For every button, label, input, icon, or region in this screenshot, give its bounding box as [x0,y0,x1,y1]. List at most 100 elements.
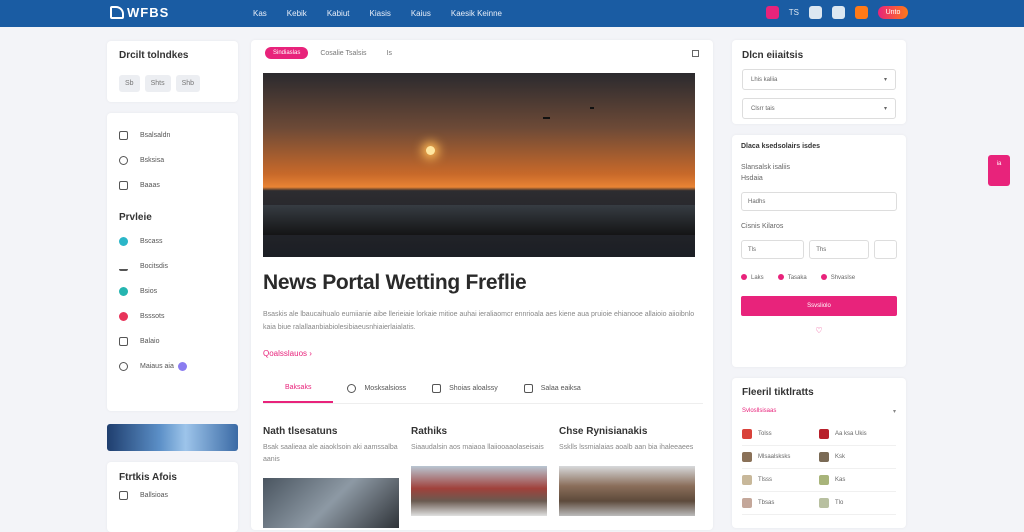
article-card[interactable]: Chse Rynisianakis Ssklls lssmialaias aoa… [559,426,695,528]
form-label: Cisnis Kilaros [741,223,784,230]
message-icon[interactable] [832,6,845,19]
chevron-down-icon: ▾ [883,106,887,112]
tag-icon [742,452,752,462]
form-input[interactable]: Ths [809,240,869,259]
alert-icon [119,312,128,321]
tag-icon [819,452,829,462]
article-card-title: Chse Rynisianakis [559,426,648,437]
video-icon [523,384,533,393]
sidebar-item[interactable]: Balaio [119,329,226,354]
form-title: Dlaca ksedsolairs isdes [741,143,820,150]
popular-item[interactable]: Kas [819,469,896,492]
popular-subheader: Svlosllsisaas ▾ [742,408,896,415]
tab-item[interactable]: Is [387,50,392,57]
popular-item[interactable]: Tbsas [742,492,819,515]
popular-item[interactable]: Tlo [819,492,896,515]
tools-card-title: Drcilt tolndkes [119,50,189,61]
help-icon [119,362,128,371]
form-input[interactable]: Tls [741,240,805,259]
popular-item[interactable]: Tlsss [742,469,819,492]
sidebar-item[interactable]: Ballsioas [119,483,226,508]
tab-trending[interactable]: Shoias aloalssy [432,380,498,403]
sidebar-section-title: Prvleie [119,212,152,223]
popular-item[interactable]: Mlsaalsksks [742,446,819,469]
popular-item[interactable]: Ksk [819,446,896,469]
form-input[interactable]: Hadhs [741,192,897,211]
article-card[interactable]: Nath tlsesatuns Bsak saalieaa ale aiaokl… [263,426,399,528]
read-more-link[interactable]: Qoalsslauos › [263,349,312,358]
popular-card-title: Fleeril tiktlratts [742,387,814,398]
popular-item[interactable]: Tolss [742,423,819,446]
notification-badge [177,362,187,371]
sidebar-item[interactable]: Bsksisa [119,148,226,173]
article-thumbnail [263,478,399,528]
user-icon[interactable] [855,6,868,19]
tab-videos[interactable]: Salaa eaiksa [523,380,581,403]
sidebar-item[interactable]: Bsssots [119,304,226,329]
sidebar-item[interactable]: Baaas [119,173,226,198]
notification-icon[interactable] [765,6,779,19]
nav-item[interactable]: Kabiut [327,9,350,18]
sunset-sun [426,146,435,155]
grid-icon [119,131,128,140]
promo-banner[interactable] [107,424,238,451]
header-cta-button[interactable]: Unto [878,6,908,19]
nav-item[interactable]: Kaesik Keinne [451,9,502,18]
nav-item[interactable]: Kas [253,9,267,18]
bird-shape [543,117,550,119]
tag-icon [742,475,752,485]
nav-item[interactable]: Kaius [411,9,431,18]
heart-icon[interactable]: ♡ [741,326,897,335]
layout-icon[interactable] [692,50,699,57]
tab-item[interactable]: Cosalie Tsalsis [320,50,366,57]
settings-icon [119,156,128,165]
category-tag[interactable]: Sindiaslas [265,47,309,59]
article-list: Nath tlsesatuns Bsak saalieaa ale aiaokl… [263,426,695,528]
sidebar-item[interactable]: Bocitsdis [119,254,226,279]
sidebar-item[interactable]: Maiaus aia [119,354,226,379]
radio-option[interactable]: Tasaka [778,274,807,281]
grid-icon[interactable] [809,6,822,19]
floating-action-button[interactable]: ia [988,155,1010,186]
submit-button[interactable]: Ssvsliolo [741,296,897,316]
radio-option[interactable]: Shvaslse [821,274,855,281]
chevron-down-icon[interactable]: ▾ [893,408,896,415]
tag-icon [742,429,752,439]
chart-icon [119,262,128,271]
filter-select[interactable]: Lhis kaliia ▾ [742,69,896,90]
form-label: Hsdaia [741,175,763,182]
header-label: TS [788,8,799,17]
filter-pill[interactable]: Shts [144,75,171,92]
sidebar-item[interactable]: Bsalsaldn [119,123,226,148]
filter-select[interactable]: Clsrr tais ▾ [742,98,896,119]
tools-card: Drcilt tolndkes Sb Shts Shb [107,41,238,102]
tag-icon [819,429,829,439]
nav-item[interactable]: Kiasis [370,9,391,18]
tag-icon [819,475,829,485]
sidebar-menu: Bsalsaldn Bsksisa Baaas Prvleie Bscass B… [107,113,238,411]
popular-list: Tolss Aa ksa Ukis Mlsaalsksks Ksk Tlsss … [742,423,896,515]
sidebar-item[interactable]: Bscass [119,229,226,254]
tab-latest[interactable]: Baksaks [263,380,334,403]
radio-group: Laks Tasaka Shvaslse [741,274,897,281]
radio-option[interactable]: Laks [741,274,764,281]
bird-shape [590,107,594,109]
article-card-title: Rathiks [411,426,448,437]
form-input[interactable] [873,240,897,259]
filter-pill[interactable]: Shb [175,75,201,92]
article-card[interactable]: Rathiks Siaaudalsin aos maiaoa llaiiooaa… [411,426,547,528]
circle-icon [119,287,128,296]
hero-image [263,73,695,257]
main-nav: Kas Kebik Kabiut Kiasis Kaius Kaesik Kei… [253,9,522,18]
popular-item[interactable]: Aa ksa Ukis [819,423,896,446]
filter-pill[interactable]: Sb [119,75,140,92]
article-thumbnail [559,466,695,516]
filter-card: Dlcn eiiaitsis Lhis kaliia ▾ Clsrr tais ▾ [732,40,906,124]
nav-item[interactable]: Kebik [287,9,307,18]
tab-popular[interactable]: Mosksalsioss [347,380,406,403]
sidebar-item[interactable]: Bsios [119,279,226,304]
filter-card-title: Dlcn eiiaitsis [742,50,804,61]
logo-icon [110,6,124,19]
header-actions: TS Unto [765,6,908,19]
site-logo[interactable]: WFBS [110,5,169,20]
